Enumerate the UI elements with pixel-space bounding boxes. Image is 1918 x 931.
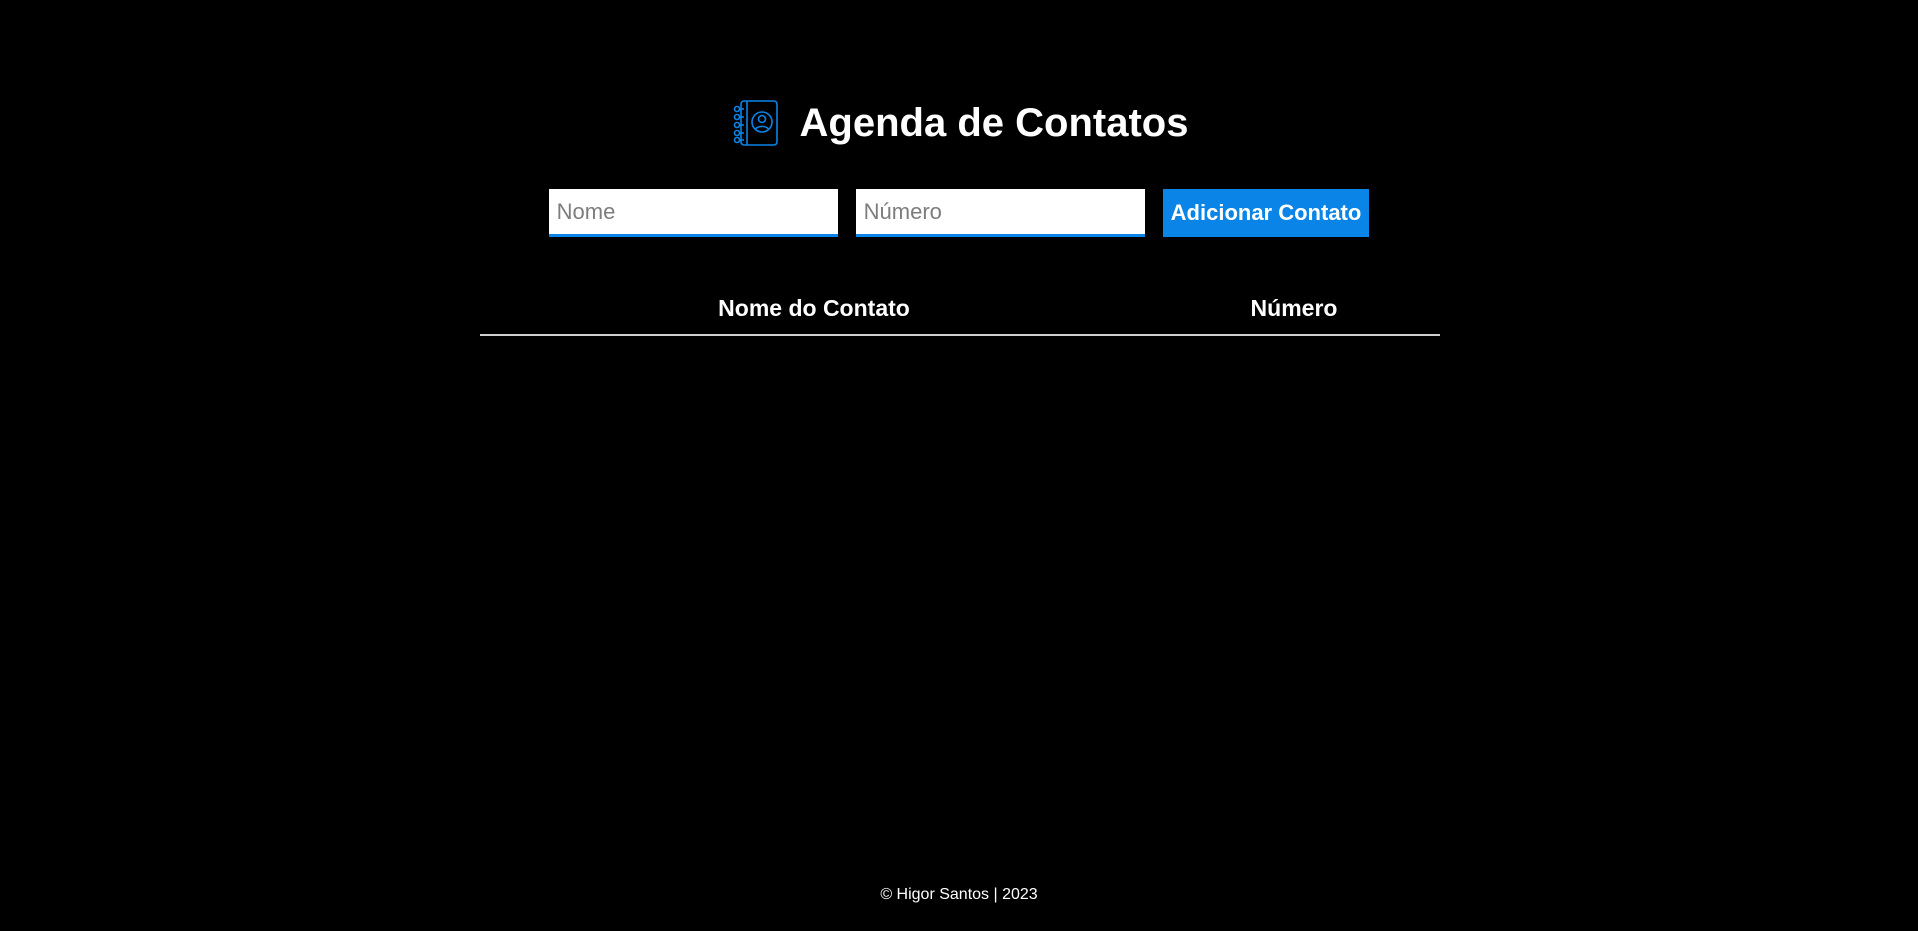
footer: © Higor Santos | 2023 — [880, 886, 1038, 903]
table-header-row: Nome do Contato Número — [480, 282, 1440, 336]
column-header-number: Número — [1148, 282, 1440, 336]
name-input[interactable] — [548, 189, 838, 237]
page-header: Agenda de Contatos — [0, 97, 1918, 149]
contact-book-icon — [730, 97, 782, 149]
contacts-table: Nome do Contato Número — [480, 282, 1440, 336]
page: Agenda de Contatos Adicionar Contato Nom… — [0, 0, 1918, 931]
add-contact-button[interactable]: Adicionar Contato — [1162, 189, 1370, 237]
column-header-name: Nome do Contato — [480, 282, 1148, 336]
page-title: Agenda de Contatos — [799, 100, 1189, 145]
add-contact-form: Adicionar Contato — [0, 189, 1918, 237]
number-input[interactable] — [855, 189, 1145, 237]
